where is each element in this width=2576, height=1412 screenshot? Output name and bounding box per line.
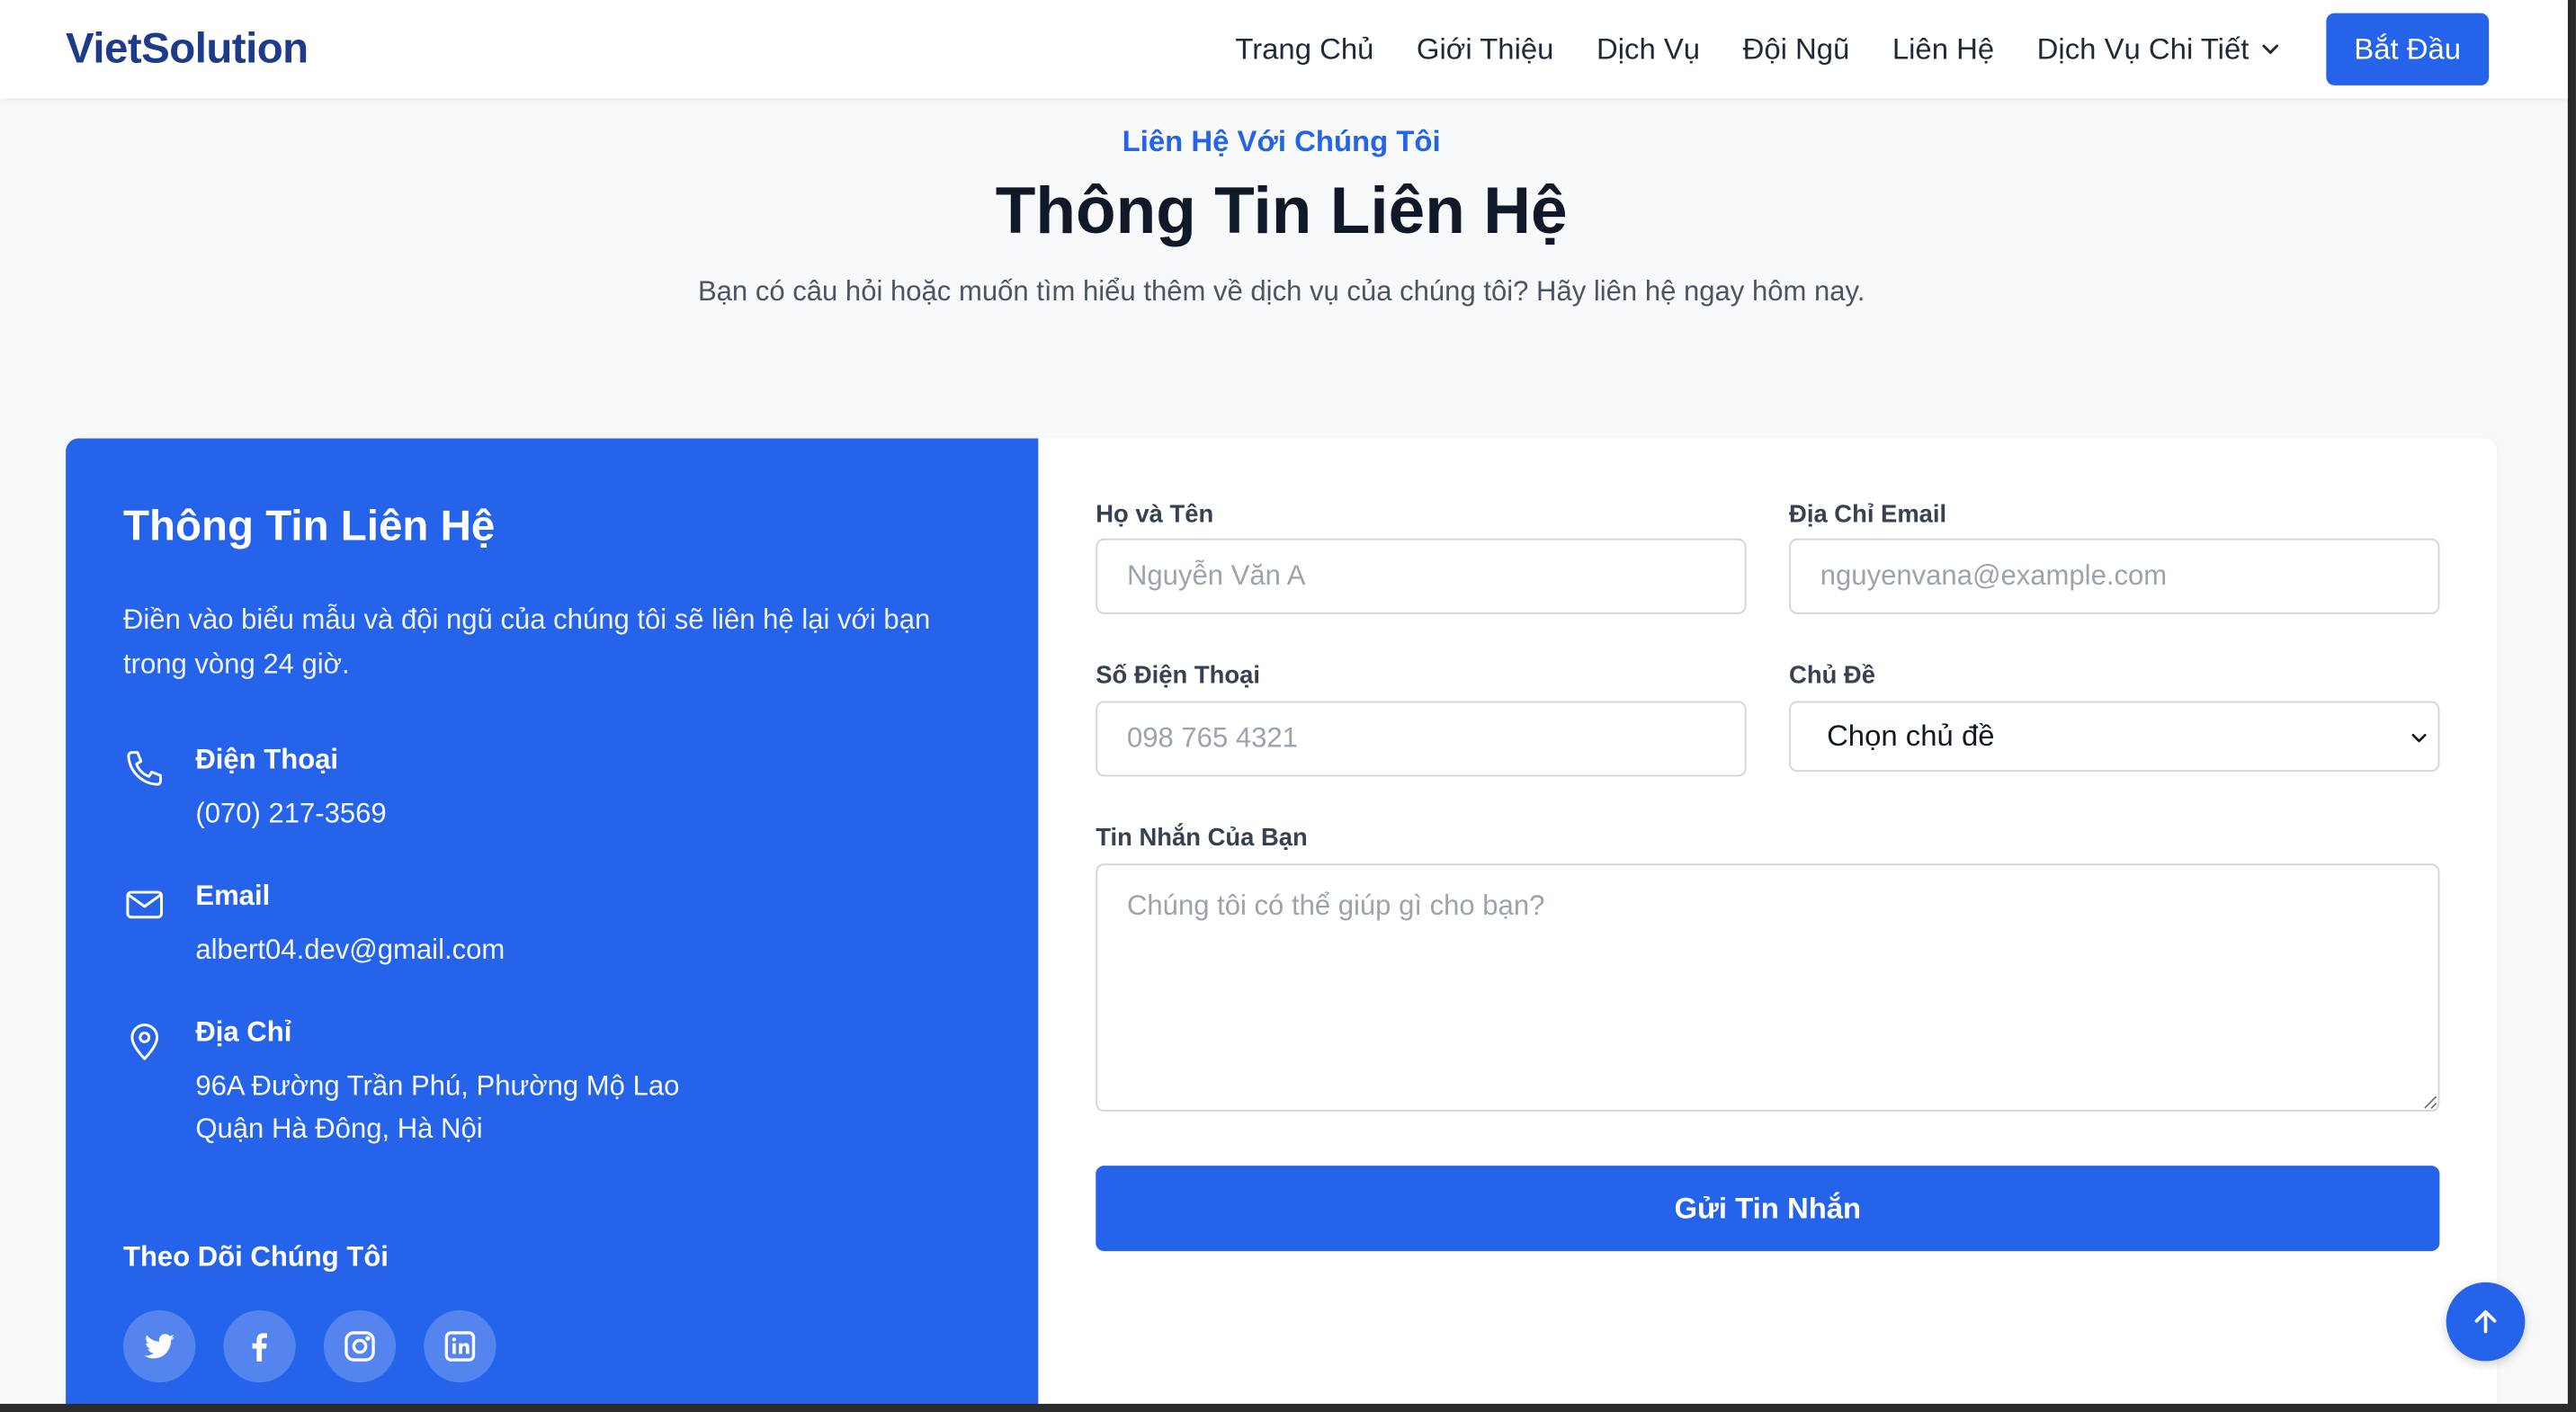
window-edge-right [2567,0,2576,1412]
phone-value: (070) 217-3569 [195,798,387,829]
address-line-1: 96A Đường Trần Phú, Phường Mộ Lao [195,1070,680,1102]
top-navbar: VietSolution Trang Chủ Giới Thiệu Dịch V… [0,0,2568,99]
phone-input[interactable] [1096,701,1747,777]
email-input[interactable] [1789,538,2440,614]
nav-lien-he[interactable]: Liên Hệ [1892,32,1994,67]
contact-card: Thông Tin Liên Hệ Điền vào biểu mẫu và đ… [66,438,2498,1412]
follow-us-label: Theo Dõi Chúng Tôi [122,1241,389,1273]
address-value: 96A Đường Trần Phú, Phường Mộ Lao Quận H… [195,1066,679,1151]
email-field-label: Địa Chỉ Email [1789,500,1947,529]
section-eyebrow: Liên Hệ Với Chúng Tôi [1122,124,1441,158]
address-label: Địa Chỉ [195,1016,292,1048]
address-line-2: Quận Hà Đông, Hà Nội [195,1113,483,1145]
chevron-down-icon [2411,733,2427,743]
scroll-to-top-button[interactable] [2446,1282,2526,1362]
facebook-link[interactable] [223,1309,296,1383]
instagram-icon [344,1331,375,1362]
facebook-icon [252,1333,267,1362]
nav-dich-vu[interactable]: Dịch Vụ [1597,32,1700,67]
message-textarea[interactable] [1096,863,2440,1112]
linkedin-link[interactable] [424,1309,496,1383]
instagram-link[interactable] [323,1309,397,1383]
page: VietSolution Trang Chủ Giới Thiệu Dịch V… [0,0,2576,1412]
nav-dich-vu-chi-tiet-label: Dịch Vụ Chi Tiết [2036,31,2250,66]
page-title: Thông Tin Liên Hệ [995,175,1568,248]
phone-field-label: Số Điện Thoại [1096,661,1260,690]
contact-info-panel: Thông Tin Liên Hệ Điền vào biểu mẫu và đ… [66,438,1039,1412]
social-links [122,1309,524,1383]
contact-form: Họ và Tên Địa Chỉ Email Số Điện Thoại Ch… [1096,438,2440,1412]
info-email: Email albert04.dev@gmail.com [123,880,505,972]
arrow-up-icon [2474,1309,2497,1334]
info-description: Điền vào biểu mẫu và đội ngũ của chúng t… [122,603,931,680]
map-pin-icon [130,1023,159,1060]
topic-select[interactable]: Chọn chủ đề [1789,701,2440,773]
twitter-icon [144,1334,174,1359]
site-logo[interactable]: VietSolution [66,23,309,75]
section-header: Liên Hệ Với Chúng Tôi Thông Tin Liên Hệ … [0,125,2563,308]
mail-icon [126,890,164,919]
nav-trang-chu[interactable]: Trang Chủ [1235,32,1373,67]
info-phone: Điện Thoại (070) 217-3569 [123,744,387,836]
linkedin-icon [444,1331,476,1362]
full-name-input[interactable] [1096,538,1747,614]
email-label: Email [195,880,271,912]
section-subtitle: Bạn có câu hỏi hoặc muốn tìm hiểu thêm v… [697,275,1865,308]
info-title: Thông Tin Liên Hệ [122,500,496,550]
nav-doi-ngu[interactable]: Đội Ngũ [1743,32,1850,67]
send-message-button[interactable]: Gửi Tin Nhắn [1096,1166,2440,1252]
nav-gioi-thieu[interactable]: Giới Thiệu [1417,32,1554,67]
twitter-link[interactable] [122,1309,196,1383]
phone-icon [127,751,163,786]
topic-selected-value: Chọn chủ đề [1827,719,1995,753]
get-started-button[interactable]: Bắt Đầu [2326,13,2490,85]
name-label: Họ và Tên [1096,500,1214,529]
window-edge-bottom [0,1403,2576,1412]
email-value: albert04.dev@gmail.com [195,934,505,966]
chevron-down-icon [2262,44,2278,54]
topic-field-label: Chủ Đề [1789,661,1875,690]
info-address: Địa Chỉ 96A Đường Trần Phú, Phường Mộ La… [123,1016,679,1151]
nav-dich-vu-chi-tiet-dropdown[interactable]: Dịch Vụ Chi Tiết [2037,32,2280,67]
main-nav: Trang Chủ Giới Thiệu Dịch Vụ Đội Ngũ Liê… [1193,13,2490,85]
phone-label: Điện Thoại [195,743,339,775]
message-field-label: Tin Nhắn Của Bạn [1096,824,1308,853]
